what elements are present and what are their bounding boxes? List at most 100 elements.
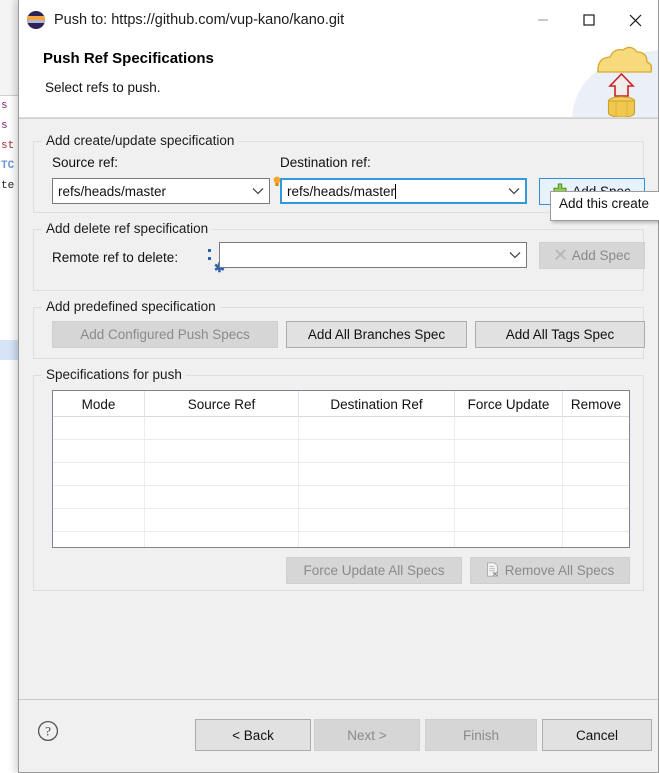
maximize-button[interactable] [566,0,612,40]
delete-ref-group: Add delete ref specification Remote ref … [33,221,645,291]
minimize-button[interactable] [520,0,566,40]
destination-ref-combo[interactable]: refs/heads/master [280,178,527,204]
add-all-tags-spec-button[interactable]: Add All Tags Spec [475,321,645,348]
add-spec-tooltip: Add this create [550,191,659,221]
table-cell[interactable] [563,486,629,508]
remote-ref-to-delete-combo[interactable] [219,242,527,268]
table-row[interactable] [53,486,629,509]
add-all-branches-spec-button[interactable]: Add All Branches Spec [286,321,467,348]
table-header-cell[interactable]: Mode [53,391,145,417]
table-header-cell[interactable]: Source Ref [145,391,299,417]
table-cell[interactable] [299,417,455,439]
x-remove-icon [554,248,567,264]
cancel-button-label: Cancel [575,727,619,743]
table-cell[interactable] [455,486,563,508]
table-cell[interactable] [455,532,563,547]
table-cell[interactable] [53,509,145,531]
table-cell[interactable] [145,532,299,547]
table-cell[interactable] [53,440,145,462]
table-body[interactable] [53,417,629,547]
table-cell[interactable] [145,417,299,439]
table-cell[interactable] [563,532,629,547]
add-configured-push-specs-button: Add Configured Push Specs [52,321,278,348]
back-button-label: < Back [232,727,274,743]
chevron-down-icon[interactable] [503,180,525,202]
table-cell[interactable] [563,440,629,462]
dialog-button-bar: ? < Back Next > Finish Cancel [19,699,658,772]
window-controls [520,0,658,40]
document-remove-icon [486,561,500,580]
table-header-cell[interactable]: Force Update [455,391,563,417]
table-cell[interactable] [299,532,455,547]
decoration-dot [208,249,211,252]
eclipse-icon [27,11,45,29]
page-subtitle: Select refs to push. [45,80,161,95]
table-cell[interactable] [145,463,299,485]
table-cell[interactable] [563,417,629,439]
create-update-group-label: Add create/update specification [42,133,239,148]
table-header-cell[interactable]: Destination Ref [299,391,455,417]
table-cell[interactable] [53,486,145,508]
back-button[interactable]: < Back [195,719,311,751]
table-cell[interactable] [455,440,563,462]
table-row[interactable] [53,417,629,440]
add-spec-delete-button: Add Spec [539,242,645,269]
table-row[interactable] [53,509,629,532]
push-ref-specifications-dialog: Push to: https://github.com/vup-kano/kan… [18,0,659,773]
table-cell[interactable] [53,532,145,547]
decoration-dot [208,257,211,260]
table-cell[interactable] [53,417,145,439]
table-cell[interactable] [455,463,563,485]
remove-all-specs-label: Remove All Specs [504,563,615,578]
table-cell[interactable] [299,463,455,485]
table-cell[interactable] [145,486,299,508]
table-cell[interactable] [145,509,299,531]
text-cursor [395,183,397,199]
page-title: Push Ref Specifications [43,50,214,67]
source-ref-label: Source ref: [52,155,119,170]
finish-button: Finish [425,719,537,751]
table-cell[interactable] [299,509,455,531]
help-question-icon[interactable]: ? [37,720,59,742]
close-button[interactable] [612,0,658,40]
force-update-all-specs-button: Force Update All Specs [286,557,462,584]
table-cell[interactable] [563,509,629,531]
dialog-content: Add create/update specification Source r… [19,118,659,698]
specifications-for-push-group-label: Specifications for push [42,367,186,382]
title-bar: Push to: https://github.com/vup-kano/kan… [19,0,658,40]
add-all-tags-spec-label: Add All Tags Spec [505,327,615,342]
chevron-down-icon[interactable] [247,179,269,203]
finish-button-label: Finish [462,727,499,743]
next-button-label: Next > [347,727,387,743]
predefined-spec-group-label: Add predefined specification [42,299,220,314]
table-header-row: Mode Source Ref Destination Ref Force Updat… [53,391,629,417]
source-ref-value: refs/heads/master [58,183,167,199]
table-row[interactable] [53,440,629,463]
next-button: Next > [314,719,420,751]
source-ref-combo[interactable]: refs/heads/master [52,178,270,204]
destination-ref-value: refs/heads/master [282,183,503,199]
table-cell[interactable] [53,463,145,485]
chevron-down-icon[interactable] [504,243,526,267]
add-spec-delete-label: Add Spec [571,248,631,263]
table-cell[interactable] [299,440,455,462]
table-cell[interactable] [455,417,563,439]
dialog-banner: Push Ref Specifications Select refs to p… [19,40,658,118]
table-row[interactable] [53,532,629,547]
table-cell[interactable] [455,509,563,531]
remote-ref-to-delete-label: Remote ref to delete: [52,250,179,265]
table-header-cell[interactable]: Remove [563,391,629,417]
destination-ref-text: refs/heads/master [287,183,396,199]
table-row[interactable] [53,463,629,486]
table-cell[interactable] [145,440,299,462]
delete-ref-group-label: Add delete ref specification [42,221,213,236]
remove-all-specs-button: Remove All Specs [470,557,630,584]
table-cell[interactable] [563,463,629,485]
add-all-branches-spec-label: Add All Branches Spec [307,327,446,342]
cloud-upload-database-icon [530,40,658,117]
table-cell[interactable] [299,486,455,508]
cancel-button[interactable]: Cancel [542,719,652,751]
svg-text:?: ? [45,724,51,739]
add-spec-tooltip-text: Add this create [559,196,650,211]
specifications-table[interactable]: Mode Source Ref Destination Ref Force Updat… [52,390,630,548]
